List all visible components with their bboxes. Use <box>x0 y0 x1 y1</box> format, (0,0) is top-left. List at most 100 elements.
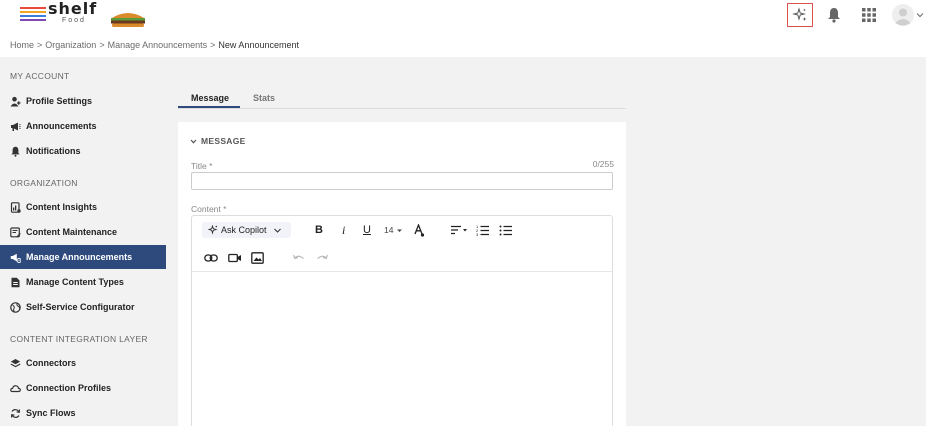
message-section-title: MESSAGE <box>201 136 246 146</box>
layers-icon <box>10 358 21 369</box>
insights-icon <box>10 201 21 213</box>
sidebar-item-label: Profile Settings <box>26 96 93 106</box>
profile-icon <box>10 96 21 107</box>
bullet-list-button[interactable] <box>499 222 513 238</box>
content-label: Content * <box>191 204 227 214</box>
align-icon <box>451 225 467 235</box>
caret-down-icon <box>397 229 403 232</box>
apps-grid-icon <box>862 8 876 22</box>
breadcrumb-new-announcement: New Announcement <box>218 40 299 50</box>
insert-link-button[interactable] <box>204 250 218 266</box>
active-tab-indicator <box>178 106 240 108</box>
apps-grid-button[interactable] <box>857 3 881 27</box>
bell-icon <box>10 146 21 157</box>
announcement-tabs: Message Stats <box>178 90 626 109</box>
font-size-value: 14 <box>384 225 394 235</box>
tab-stats[interactable]: Stats <box>253 93 275 103</box>
sidebar-item-label: Manage Content Types <box>26 277 124 287</box>
sidebar-item-content-maintenance[interactable]: Content Maintenance <box>0 220 166 244</box>
title-input[interactable] <box>191 172 613 190</box>
sidebar-item-sync-flows[interactable]: Sync Flows <box>0 401 166 425</box>
cloud-icon <box>10 383 21 394</box>
user-menu[interactable] <box>890 3 926 27</box>
rich-text-editor: Ask Copilot B i U 14 123 <box>191 215 613 426</box>
align-button[interactable] <box>450 222 468 238</box>
burger-icon <box>110 10 146 28</box>
sidebar-item-label: Content Maintenance <box>26 227 118 237</box>
chevron-down-icon <box>273 228 281 233</box>
editor-toolbar-formatting: Ask Copilot B i U 14 123 <box>192 216 612 244</box>
undo-button[interactable] <box>292 250 305 266</box>
message-section-toggle[interactable]: MESSAGE <box>190 136 246 146</box>
insert-video-button[interactable] <box>228 250 242 266</box>
undo-icon <box>292 254 304 260</box>
italic-button[interactable]: i <box>342 222 345 238</box>
redo-button[interactable] <box>316 250 329 266</box>
editor-toolbar-insert <box>192 244 612 272</box>
breadcrumb: Home > Organization > Manage Announcements > N… <box>0 32 926 57</box>
shelf-food-logo[interactable]: shelf Food <box>20 0 148 30</box>
text-color-icon <box>414 223 425 237</box>
image-icon <box>251 252 264 264</box>
sidebar-section-organization: ORGANIZATION <box>10 178 78 188</box>
sidebar-item-label: Connection Profiles <box>26 383 112 393</box>
logo-stripes <box>20 7 46 23</box>
sidebar-item-profile-settings[interactable]: Profile Settings <box>0 89 166 113</box>
sidebar-item-label: Announcements <box>26 121 97 131</box>
megaphone-icon <box>10 121 21 132</box>
sidebar-item-manage-announcements[interactable]: Manage Announcements <box>0 245 166 269</box>
logo-subtext: Food <box>62 17 86 24</box>
numbered-list-button[interactable]: 123 <box>476 222 490 238</box>
video-icon <box>228 253 241 263</box>
top-bar: shelf Food <box>0 0 926 32</box>
bullet-list-icon <box>499 225 512 236</box>
tab-message[interactable]: Message <box>191 93 229 103</box>
breadcrumb-organization[interactable]: Organization <box>45 40 96 50</box>
avatar-icon <box>892 4 914 26</box>
breadcrumb-manage-announcements[interactable]: Manage Announcements <box>108 40 208 50</box>
numbered-list-icon: 123 <box>476 224 489 236</box>
title-char-counter: 0/255 <box>592 159 614 169</box>
breadcrumb-separator: > <box>37 40 43 50</box>
sidebar-item-self-service-configurator[interactable]: Self-Service Configurator <box>0 295 166 319</box>
sync-icon <box>10 408 21 419</box>
sidebar-item-label: Content Insights <box>26 202 97 212</box>
sidebar-item-connection-profiles[interactable]: Connection Profiles <box>0 376 166 400</box>
breadcrumb-home[interactable]: Home <box>10 40 34 50</box>
underline-button[interactable]: U <box>363 222 371 238</box>
sidebar-item-label: Manage Announcements <box>26 252 133 262</box>
chevron-down-icon <box>916 13 924 18</box>
insert-image-button[interactable] <box>251 250 264 266</box>
sidebar: MY ACCOUNT Profile Settings Announcement… <box>0 57 166 426</box>
chevron-down-icon <box>190 139 197 144</box>
breadcrumb-separator: > <box>99 40 105 50</box>
font-size-select[interactable]: 14 <box>384 222 403 238</box>
sparkle-icon <box>792 7 807 21</box>
sidebar-item-label: Notifications <box>26 146 81 156</box>
sparkle-icon <box>208 225 218 235</box>
sidebar-item-label: Sync Flows <box>26 408 76 418</box>
copilot-sparkle-button[interactable] <box>787 3 813 27</box>
content-types-icon <box>10 277 21 288</box>
sidebar-item-content-insights[interactable]: Content Insights <box>0 195 166 219</box>
link-icon <box>204 254 218 262</box>
ask-copilot-label: Ask Copilot <box>221 225 267 235</box>
message-card: MESSAGE Title * 0/255 Content * Ask Copi… <box>178 122 626 426</box>
sidebar-item-announcements[interactable]: Announcements <box>0 114 166 138</box>
notifications-bell-button[interactable] <box>822 3 846 27</box>
sidebar-item-manage-content-types[interactable]: Manage Content Types <box>0 270 166 294</box>
sidebar-item-notifications[interactable]: Notifications <box>0 139 166 163</box>
title-label: Title * <box>191 161 213 171</box>
logo-text: shelf <box>48 0 98 18</box>
svg-text:3: 3 <box>476 232 479 236</box>
maintenance-icon <box>10 226 21 238</box>
sidebar-item-connectors[interactable]: Connectors <box>0 351 166 375</box>
ask-copilot-button[interactable]: Ask Copilot <box>202 222 291 238</box>
manage-announcements-icon <box>10 252 21 263</box>
sidebar-item-label: Self-Service Configurator <box>26 302 135 312</box>
bell-icon <box>828 8 840 23</box>
text-color-button[interactable] <box>413 222 425 238</box>
content-editor-body[interactable] <box>192 273 612 426</box>
bold-button[interactable]: B <box>315 222 323 238</box>
sidebar-item-label: Connectors <box>26 358 77 368</box>
